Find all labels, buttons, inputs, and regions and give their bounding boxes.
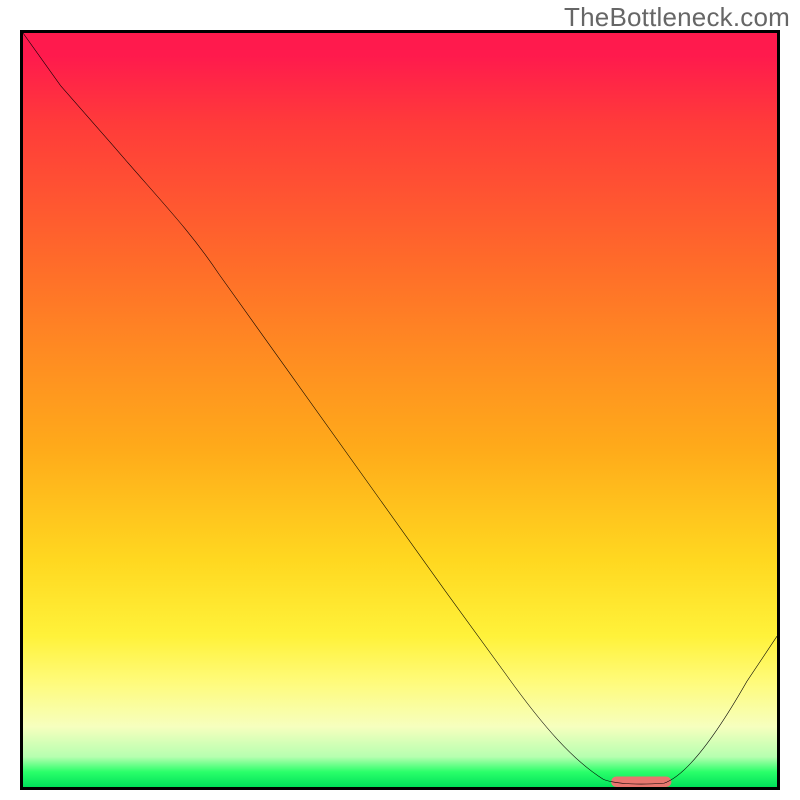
optimal-range-marker: [611, 776, 671, 787]
chart-svg: [23, 33, 777, 787]
bottleneck-curve: [23, 33, 777, 784]
watermark-text: TheBottleneck.com: [564, 2, 790, 33]
chart-frame: [20, 30, 780, 790]
